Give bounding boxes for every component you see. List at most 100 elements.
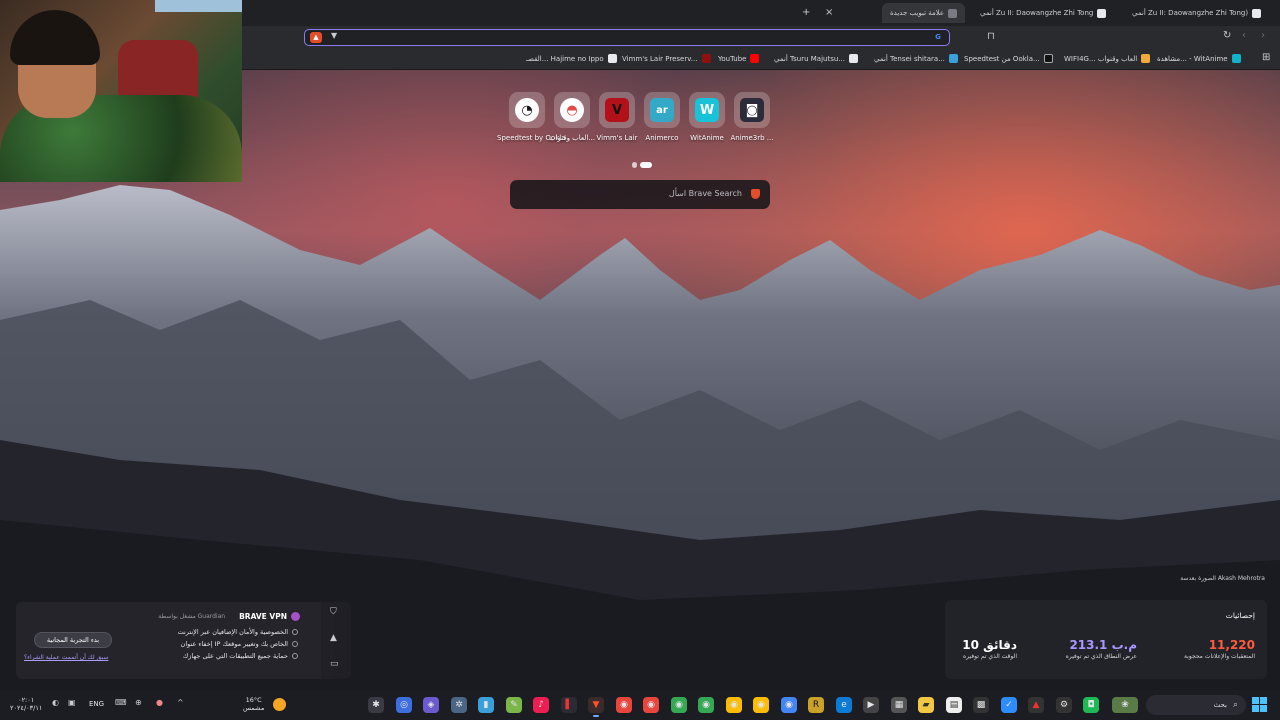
bookmark-label: Speedtest من Ookla... bbox=[964, 54, 1040, 63]
favicon-icon bbox=[948, 54, 958, 63]
keyboard-icon[interactable]: ⌨ bbox=[115, 699, 127, 707]
already-purchased-link[interactable]: سبق لك أن أتممت عملية الشراء؟ bbox=[24, 654, 108, 661]
back-icon[interactable]: ‹ bbox=[1242, 31, 1246, 41]
taskbar-app-icon[interactable]: ✎ bbox=[506, 697, 522, 713]
taskbar-app-icon[interactable]: ◘ bbox=[1083, 697, 1099, 713]
taskbar: ٠٢:٠١ ٢٠٢٤/٠٣/١١ ◐ ▣ ENG ⌨ ⊕ ● ^ 16°C مش… bbox=[0, 690, 1280, 720]
anime3rb-icon: ◙ bbox=[740, 98, 764, 122]
vpn-feature-text: الخصوصية والأمان الإضافيان عبر الإنترنت bbox=[177, 628, 288, 636]
address-input[interactable] bbox=[347, 31, 907, 44]
taskbar-chrome-icon[interactable]: ◉ bbox=[781, 697, 797, 713]
check-icon bbox=[292, 653, 298, 659]
bookmark-label: Vimm's Lair Preserv... bbox=[622, 54, 698, 63]
new-tab-button[interactable]: + bbox=[802, 5, 810, 21]
weather-widget[interactable]: 16°C مشمس bbox=[243, 696, 264, 712]
close-tab-button[interactable]: × bbox=[825, 5, 833, 21]
taskbar-chrome-icon[interactable]: ◉ bbox=[698, 697, 714, 713]
stats-title: إحصائيات bbox=[1225, 611, 1255, 620]
favicon-icon bbox=[1097, 8, 1107, 18]
weather-temp: 16°C bbox=[245, 696, 262, 704]
taskbar-chrome-icon[interactable]: ◉ bbox=[753, 697, 769, 713]
vpn-feature: الخصوصية والأمان الإضافيان عبر الإنترنت bbox=[178, 628, 298, 636]
news-icon[interactable]: ▭ bbox=[330, 660, 339, 669]
taskbar-settings-icon[interactable]: ✲ bbox=[451, 697, 467, 713]
clock-date: ٢٠٢٤/٠٣/١١ bbox=[10, 704, 43, 712]
bookmark-speedtest[interactable]: Speedtest من Ookla... bbox=[964, 54, 1053, 63]
taskbar-gamepad-icon[interactable]: ◈ bbox=[423, 697, 439, 713]
pager-dot-active[interactable] bbox=[640, 162, 652, 168]
taskbar-chrome-icon[interactable]: ◉ bbox=[616, 697, 632, 713]
bookmark-vimms-lair[interactable]: Vimm's Lair Preserv... bbox=[622, 54, 711, 63]
bookmark-wifi4g[interactable]: WIFI4G... العاب وقنواب bbox=[1064, 54, 1151, 63]
google-icon[interactable]: G bbox=[933, 32, 943, 42]
taskbar-app-icon[interactable]: ▌ bbox=[561, 697, 577, 713]
vpn-feature-text: إخفاء عنوان IP الخاص بك وتغيير موقعك bbox=[180, 640, 288, 648]
chevron-up-icon[interactable]: ^ bbox=[177, 699, 184, 707]
favicon-icon bbox=[1231, 54, 1241, 63]
taskbar-tiktok-icon[interactable]: ♪ bbox=[533, 697, 549, 713]
vpn-powered-by: مشغل بواسطة Guardian bbox=[158, 613, 226, 620]
start-free-trial-button[interactable]: بدء التجربة المجانية bbox=[34, 632, 112, 648]
bookmark-icon[interactable]: ⊓ bbox=[987, 32, 995, 42]
taskbar-calculator-icon[interactable]: ▦ bbox=[891, 697, 907, 713]
webcam-overlay bbox=[0, 0, 242, 182]
bookmark-label: أنمي Tensei shitara... bbox=[874, 54, 945, 63]
taskbar-notepad-icon[interactable]: ▤ bbox=[946, 697, 962, 713]
taskbar-media-icon[interactable]: ▶ bbox=[863, 697, 879, 713]
bookmark-label: WIFI4G... العاب وقنواب bbox=[1064, 54, 1138, 63]
language-indicator[interactable]: ENG bbox=[89, 700, 104, 708]
shield-icon[interactable]: ▼ bbox=[331, 32, 337, 40]
favicon-icon bbox=[1043, 54, 1053, 63]
tab-anime-2[interactable]: أنمي Zu II: Daowangzhe Zhi Tong bbox=[980, 5, 1107, 21]
vimms-lair-icon: V bbox=[605, 98, 629, 122]
top-site-label: Anime3rb ... bbox=[730, 134, 774, 142]
taskbar-app-icon[interactable]: ▲ bbox=[1028, 697, 1044, 713]
bookmark-tensei[interactable]: أنمي Tensei shitara... bbox=[874, 54, 958, 63]
stat-label: الوقت الذي تم توفيره bbox=[963, 653, 1017, 660]
taskbar-app-icon[interactable]: ⚙ bbox=[1056, 697, 1072, 713]
top-sites-pager bbox=[632, 153, 655, 172]
brave-logo-icon[interactable]: ▲ bbox=[310, 32, 322, 43]
pager-dot[interactable] bbox=[632, 162, 637, 168]
taskbar-chrome-icon[interactable]: ◉ bbox=[671, 697, 687, 713]
top-site-anime3rb[interactable]: ◙ Anime3rb ... bbox=[730, 92, 774, 142]
taskbar-app-icon[interactable]: R bbox=[808, 697, 824, 713]
forward-icon[interactable]: › bbox=[1261, 31, 1265, 41]
taskbar-widget-icon[interactable]: ❀ bbox=[1112, 697, 1138, 713]
taskbar-edge-icon[interactable]: e bbox=[836, 697, 852, 713]
bookmark-hajime[interactable]: القصـ... Hajime no Ippo bbox=[526, 54, 617, 63]
taskbar-folder-icon[interactable]: ▰ bbox=[918, 697, 934, 713]
reload-icon[interactable]: ↻ bbox=[1223, 31, 1231, 41]
notification-icon[interactable]: ◐ bbox=[52, 699, 59, 707]
apps-grid-icon[interactable]: ⊞ bbox=[1262, 53, 1270, 63]
taskbar-chrome-icon[interactable]: ◉ bbox=[643, 697, 659, 713]
windows-start-icon[interactable] bbox=[1252, 697, 1267, 712]
clock[interactable]: ٠٢:٠١ ٢٠٢٤/٠٣/١١ bbox=[10, 696, 42, 712]
favicon-icon bbox=[1252, 8, 1262, 18]
taskbar-chrome-icon[interactable]: ◉ bbox=[726, 697, 742, 713]
bookmark-tsuru[interactable]: أنمي Tsuru Majutsu... bbox=[774, 54, 858, 63]
microphone-icon[interactable]: ● bbox=[156, 699, 163, 707]
taskbar-search[interactable]: بحث ⌕ bbox=[1146, 695, 1246, 715]
triangle-icon[interactable]: ▲ bbox=[330, 634, 337, 643]
tab-anime-1[interactable]: أنمي Zu II: Daowangzhe Zhi Tong) bbox=[1132, 5, 1262, 21]
taskbar-globe-icon[interactable]: ◎ bbox=[396, 697, 412, 713]
network-icon[interactable]: ⊕ bbox=[135, 699, 142, 707]
bookmark-youtube[interactable]: YouTube bbox=[718, 54, 760, 63]
brave-search-box[interactable]: اسأل Brave Search bbox=[510, 180, 770, 209]
address-bar[interactable]: ▲ ▼ G bbox=[304, 29, 950, 46]
taskbar-app-icon[interactable]: ✓ bbox=[1001, 697, 1017, 713]
taskbar-app-icon[interactable]: ▩ bbox=[973, 697, 989, 713]
taskbar-app-icon[interactable]: ▮ bbox=[478, 697, 494, 713]
tab-new-tab[interactable]: علامة تبويب جديدة bbox=[882, 3, 966, 23]
taskbar-app-icon[interactable]: ✱ bbox=[368, 697, 384, 713]
favicon-icon bbox=[607, 54, 617, 63]
photo-credit[interactable]: الصورة بعدسة Akash Mehrotra bbox=[1150, 575, 1265, 582]
screen-icon[interactable]: ▣ bbox=[68, 699, 76, 707]
bookmark-witanime[interactable]: مشاهدة... - WitAnime bbox=[1157, 54, 1241, 63]
settings-icon[interactable]: ⛉ bbox=[330, 608, 337, 617]
favicon-icon bbox=[1141, 54, 1151, 63]
taskbar-brave-icon[interactable]: ▼ bbox=[588, 697, 604, 717]
vpn-title: BRAVE VPN bbox=[239, 612, 287, 621]
stat-value: 11,220 bbox=[1208, 638, 1255, 652]
